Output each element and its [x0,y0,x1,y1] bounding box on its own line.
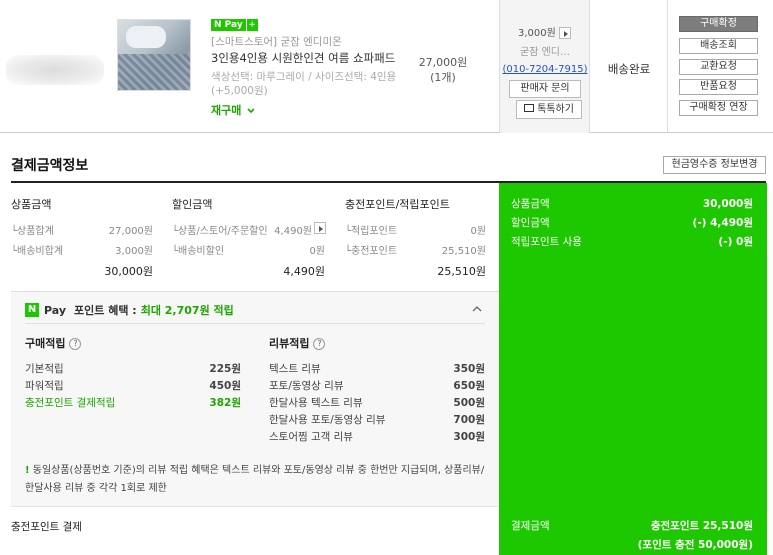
shipping-subtotal-label: └배송비합계 [11,246,64,257]
product-subtotal-value: 27,000원 [108,226,153,237]
confirm-purchase-button[interactable]: 구매확정 [679,16,758,32]
shipping-fee-value: 3,000원 [518,28,556,39]
track-delivery-button[interactable]: 배송조회 [679,38,758,54]
payment-summary-panel: 상품금액 30,000원 할인금액 (-) 4,490원 적립포인트 사용 (-… [499,183,767,555]
review-reward-label: 리뷰적립 [269,337,310,350]
product-price: 27,000원 [418,56,468,69]
order-discount-label: └상품/스토어/주문할인 [172,226,268,237]
benefit-title: 포인트 혜택 : [74,304,137,317]
reward-points-value: 0원 [470,226,486,237]
review-photo-label: 포토/동영상 리뷰 [269,380,344,392]
extend-confirm-button[interactable]: 구매확정 연장 [679,100,758,116]
delivery-status: 배송완료 [607,62,651,76]
action-column: 구매확정 배송조회 교환요청 반품요청 구매확정 연장 [667,0,773,133]
rebuy-button[interactable]: 재구매 [211,102,255,118]
exchange-request-button[interactable]: 교환요청 [679,59,758,75]
discount-header: 할인금액 [172,198,213,211]
arrow-right-icon[interactable] [558,27,571,39]
notice-text: 동일상품(상품번호 기준)의 리뷰 적립 혜택은 텍스트 리뷰와 포토/동영상 … [25,465,485,494]
shipping-column: 3,000원 굳잠 엔디… (010-7204-7915) 판매자 문의 톡톡하… [499,0,589,133]
review-reward-header: 리뷰적립? [269,335,326,351]
review-text-value: 350원 [453,363,485,375]
discount-total: 4,490원 [283,265,325,278]
review-month-photo-label: 한달사용 포토/동영상 리뷰 [269,414,386,426]
npay-plus-badge: N Pay + [211,19,258,31]
product-subtotal-label: └상품합계 [11,226,54,237]
charge-pay-reward-label: 충전포인트 결제적립 [25,397,116,409]
power-reward-value: 450원 [209,380,241,392]
payment-info-title: 결제금액정보 [11,158,89,174]
npay-point-benefit: N Pay 포인트 혜택 : 최대 2,707원 적립 구매적립? 기본적립 2… [11,291,499,507]
product-thumbnail[interactable] [117,19,191,91]
chat-icon [524,104,535,112]
power-reward-label: 파워적립 [25,380,64,392]
npay-logo: N Pay [211,19,246,31]
talktalk-label: 톡톡하기 [537,104,574,115]
shipping-discount-value: 0원 [309,246,325,257]
final-amount-value: 충전포인트 25,510원 [650,520,753,532]
npay-pay-label: Pay [44,303,67,317]
basic-reward-value: 225원 [209,363,241,375]
seller-phone-link[interactable]: (010-7204-7915) [500,64,590,75]
product-amount-total: 30,000원 [104,265,153,278]
final-amount-sub: (포인트 충전 50,000원) [637,539,753,551]
cash-receipt-button[interactable]: 현금영수증 정보변경 [663,156,766,174]
store-name[interactable]: [스마트스토어] 굳잠 엔디미온 [211,34,342,49]
review-photo-value: 650원 [453,380,485,392]
product-option-extra: (+5,000원) [211,85,268,97]
summary-discount-label: 할인금액 [511,217,550,229]
charge-pay-reward-value: 382원 [209,397,241,409]
reward-points-label: └적립포인트 [345,226,398,237]
order-item-row: N Pay + [스마트스토어] 굳잠 엔디미온 3인용4인용 시원한인견 여름… [0,0,773,133]
charged-points-value: 25,510원 [441,246,486,257]
payment-method-label: 충전포인트 결제 [11,521,82,533]
review-text-label: 텍스트 리뷰 [269,363,321,375]
review-month-text-value: 500원 [453,397,485,409]
product-amount-header: 상품금액 [11,198,52,211]
points-header: 충전포인트/적립포인트 [345,198,450,211]
final-amount-label: 결제금액 [511,520,550,532]
chevron-down-icon [247,108,255,114]
seller-inquiry-button[interactable]: 판매자 문의 [509,80,581,98]
product-name-link[interactable]: 3인용4인용 시원한인견 여름 쇼파패드 [211,50,395,66]
plus-icon: + [246,19,258,31]
help-icon[interactable]: ? [69,338,82,350]
summary-product-label: 상품금액 [511,198,550,210]
review-reward-notice: ! 동일상품(상품번호 기준)의 리뷰 적립 혜택은 텍스트 리뷰와 포토/동영… [25,462,490,498]
talktalk-button[interactable]: 톡톡하기 [516,100,582,119]
basic-reward-label: 기본적립 [25,363,64,375]
charged-points-label: └충전포인트 [345,246,398,257]
product-quantity: (1개) [430,71,456,84]
notice-icon: ! [25,465,30,476]
arrow-right-icon[interactable] [314,222,326,234]
review-month-photo-value: 700원 [453,414,485,426]
blurred-orderer-name [6,55,104,85]
chevron-up-icon[interactable] [472,304,482,314]
help-icon[interactable]: ? [313,338,326,350]
benefit-divider [25,323,485,324]
summary-points-label: 적립포인트 사용 [511,236,582,248]
summary-points-value: (-) 0원 [718,236,753,248]
return-request-button[interactable]: 반품요청 [679,79,758,95]
benefit-header: N Pay 포인트 혜택 : 최대 2,707원 적립 [25,302,234,318]
npay-n-icon: N [25,303,39,317]
product-option: 색상선택: 마루그레이 / 사이즈선택: 4인용 [211,71,397,83]
shipping-discount-label: └배송비할인 [172,246,225,257]
purchase-reward-label: 구매적립 [25,337,66,350]
review-store-fan-value: 300원 [453,431,485,443]
status-column: 배송완료 [589,0,667,133]
order-discount-value: 4,490원 [274,226,312,237]
review-store-fan-label: 스토어찜 고객 리뷰 [269,431,353,443]
shipping-fee: 3,000원 [518,24,571,39]
purchase-reward-header: 구매적립? [25,335,82,351]
shipping-subtotal-value: 3,000원 [115,246,153,257]
summary-discount-value: (-) 4,490원 [692,217,753,229]
points-total: 25,510원 [437,265,486,278]
review-month-text-label: 한달사용 텍스트 리뷰 [269,397,363,409]
rebuy-label: 재구매 [211,104,242,117]
seller-name: 굳잠 엔디… [520,47,570,58]
benefit-max: 최대 2,707원 적립 [140,304,234,317]
summary-product-value: 30,000원 [702,198,753,210]
